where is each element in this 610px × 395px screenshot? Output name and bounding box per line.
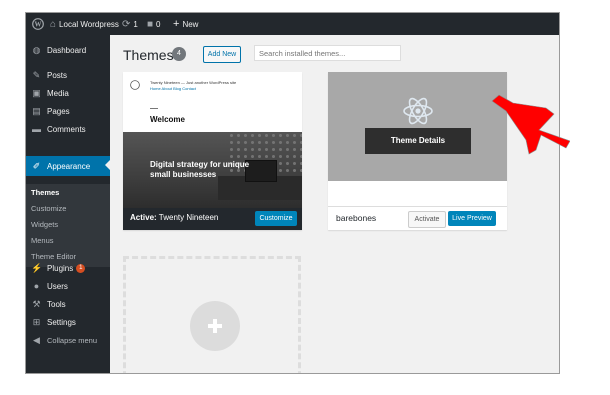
comments-count: 0 bbox=[156, 19, 161, 29]
sidebar-item-label: Collapse menu bbox=[47, 335, 98, 345]
updates-count: 1 bbox=[133, 19, 138, 29]
theme-count-badge: 4 bbox=[172, 47, 186, 61]
collapse-icon: ◀ bbox=[33, 334, 40, 345]
preview-header: Twenty Nineteen — Just another WordPress… bbox=[123, 72, 302, 132]
preview-wordpress-icon bbox=[130, 80, 140, 90]
user-icon: ● bbox=[33, 281, 40, 291]
preview-hero-text: Digital strategy for unique small busine… bbox=[150, 160, 250, 179]
sidebar-item-label: Plugins bbox=[47, 263, 74, 273]
theme-card-barebones[interactable]: Theme Details barebones Activate Live Pr… bbox=[328, 72, 507, 230]
pin-icon: ✎ bbox=[32, 69, 41, 80]
sidebar-item-plugins[interactable]: ⚡ Plugins 1 bbox=[26, 259, 110, 277]
sidebar-item-label: Tools bbox=[47, 299, 66, 309]
sidebar-item-tools[interactable]: ⚒ Tools bbox=[26, 295, 110, 313]
sidebar-item-dashboard[interactable]: ◍ Dashboard bbox=[26, 41, 110, 59]
svg-text:W: W bbox=[35, 20, 42, 28]
sidebar-item-posts[interactable]: ✎ Posts bbox=[26, 66, 110, 84]
new-label: New bbox=[182, 19, 199, 29]
sidebar-item-label: Settings bbox=[47, 317, 76, 327]
red-arrow-annotation bbox=[491, 94, 570, 155]
updates-link[interactable]: ⟳ 1 bbox=[122, 13, 138, 35]
plugins-update-badge: 1 bbox=[76, 263, 86, 273]
plug-icon: ⚡ bbox=[31, 262, 43, 273]
sidebar-item-label: Users bbox=[47, 281, 68, 291]
sidebar-item-label: Pages bbox=[47, 106, 70, 116]
site-name: Local Wordpress bbox=[59, 19, 119, 29]
preview-nav: Home About Blog Contact bbox=[150, 86, 197, 91]
wordpress-logo-icon[interactable]: W bbox=[32, 13, 44, 35]
add-new-theme-button[interactable]: Add New bbox=[203, 46, 241, 63]
sidebar-item-label: Dashboard bbox=[47, 45, 87, 55]
updates-icon: ⟳ bbox=[122, 18, 131, 30]
react-atom-icon bbox=[403, 97, 433, 125]
add-new-theme-card[interactable] bbox=[123, 256, 301, 373]
admin-sidebar: ◍ Dashboard ✎ Posts ▣ Media ▤ Pages ▬ Co… bbox=[26, 35, 110, 373]
sidebar-item-appearance[interactable]: ✐ Appearance bbox=[26, 156, 110, 176]
submenu-themes[interactable]: Themes bbox=[31, 188, 59, 197]
sidebar-item-settings[interactable]: ⊞ Settings bbox=[26, 313, 110, 331]
comments-link[interactable]: ■ 0 bbox=[147, 13, 161, 35]
browser-frame: W ⌂ Local Wordpress ⟳ 1 ■ 0 + New ◍ Dash… bbox=[25, 12, 560, 374]
sidebar-item-label: Comments bbox=[47, 124, 86, 134]
submenu-customize[interactable]: Customize bbox=[31, 204, 66, 213]
theme-name: barebones bbox=[336, 213, 377, 223]
appearance-submenu: Themes Customize Widgets Menus Theme Edi… bbox=[26, 184, 110, 267]
brush-icon: ✐ bbox=[32, 160, 41, 171]
submenu-widgets[interactable]: Widgets bbox=[31, 220, 58, 229]
pages-icon: ▤ bbox=[32, 105, 41, 116]
theme-card-footer: barebones Activate Live Preview bbox=[328, 206, 507, 231]
preview-site-title: Twenty Nineteen — Just another WordPress… bbox=[150, 80, 237, 85]
active-theme-name: Twenty Nineteen bbox=[158, 213, 219, 222]
search-themes-input[interactable] bbox=[254, 45, 401, 61]
media-icon: ▣ bbox=[32, 87, 41, 98]
sidebar-item-label: Posts bbox=[47, 70, 68, 80]
customize-button[interactable]: Customize bbox=[255, 211, 297, 226]
sidebar-item-media[interactable]: ▣ Media bbox=[26, 84, 110, 102]
active-theme-label: Active: Twenty Nineteen bbox=[130, 213, 218, 222]
admin-bar: W ⌂ Local Wordpress ⟳ 1 ■ 0 + New bbox=[26, 13, 559, 35]
theme-card-active[interactable]: Twenty Nineteen — Just another WordPress… bbox=[123, 72, 302, 230]
active-indicator bbox=[105, 160, 110, 170]
submenu-menus[interactable]: Menus bbox=[31, 236, 54, 245]
theme-details-button[interactable]: Theme Details bbox=[365, 128, 471, 154]
site-name-link[interactable]: ⌂ Local Wordpress bbox=[50, 13, 119, 35]
comment-icon: ▬ bbox=[32, 124, 41, 134]
live-preview-button[interactable]: Live Preview bbox=[448, 211, 496, 226]
theme-screenshot[interactable]: Twenty Nineteen — Just another WordPress… bbox=[123, 72, 302, 208]
comment-bubble-icon: ■ bbox=[147, 18, 154, 30]
wrench-icon: ⚒ bbox=[32, 298, 41, 309]
page-title: Themes bbox=[123, 47, 174, 63]
sidebar-item-label: Appearance bbox=[47, 161, 91, 171]
sidebar-item-pages[interactable]: ▤ Pages bbox=[26, 102, 110, 120]
plus-icon: + bbox=[173, 18, 180, 30]
plus-icon bbox=[190, 301, 240, 351]
settings-icon: ⊞ bbox=[32, 316, 41, 327]
sidebar-item-users[interactable]: ● Users bbox=[26, 277, 110, 295]
sidebar-item-label: Media bbox=[47, 88, 69, 98]
new-content-link[interactable]: + New bbox=[173, 13, 198, 35]
dashboard-icon: ◍ bbox=[32, 44, 41, 55]
active-theme-bar: Active: Twenty Nineteen Customize bbox=[123, 208, 302, 230]
sidebar-item-comments[interactable]: ▬ Comments bbox=[26, 120, 110, 138]
home-icon: ⌂ bbox=[50, 18, 57, 30]
preview-divider bbox=[150, 108, 158, 109]
preview-welcome: Welcome bbox=[150, 115, 185, 124]
active-prefix: Active: bbox=[130, 213, 157, 222]
theme-screenshot[interactable]: Theme Details bbox=[328, 72, 507, 181]
activate-button[interactable]: Activate bbox=[408, 211, 446, 228]
sidebar-collapse-menu[interactable]: ◀ Collapse menu bbox=[26, 331, 110, 349]
